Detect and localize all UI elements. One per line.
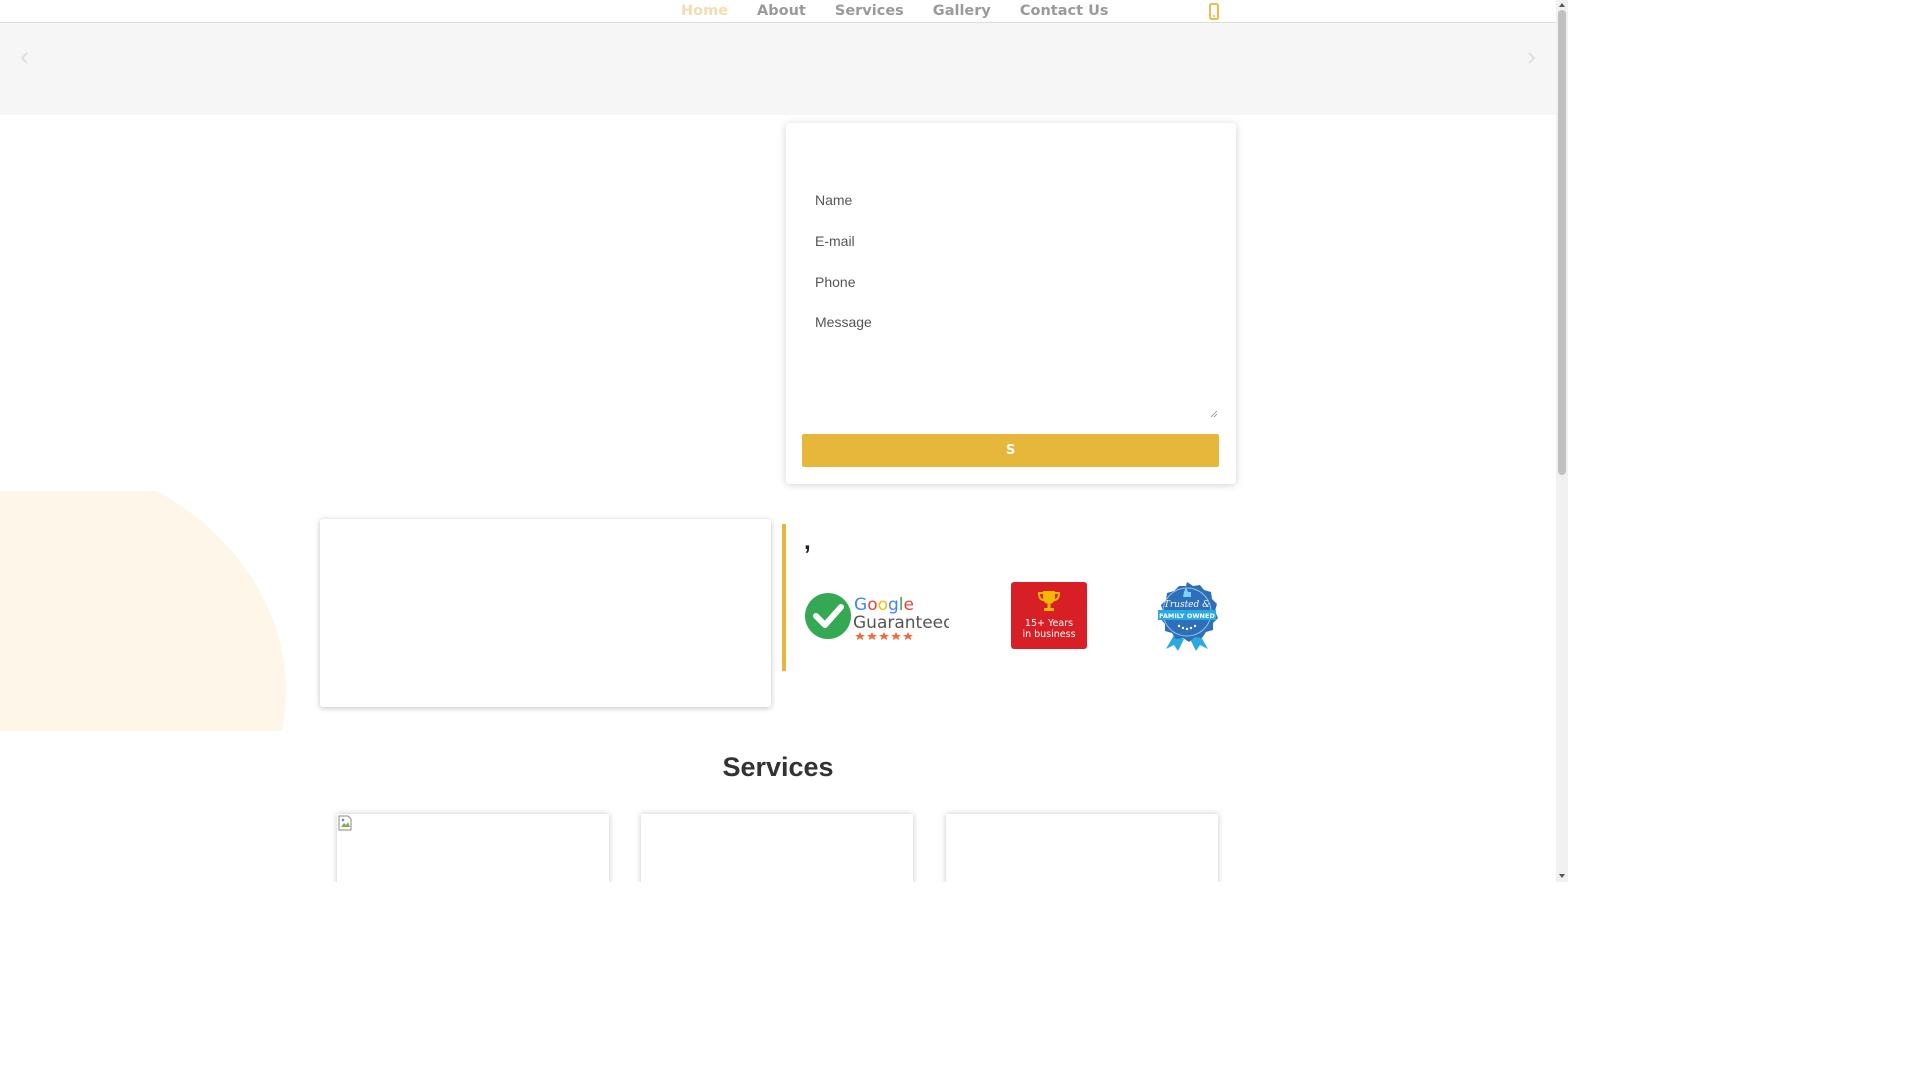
contact-form: S [786,123,1236,484]
resize-grip-icon[interactable] [1210,410,1218,418]
svg-text:FAMILY OWNED: FAMILY OWNED [1159,612,1215,620]
page-scrollbar[interactable] [1556,0,1568,882]
scroll-down-icon[interactable] [1558,872,1566,880]
decorative-blob [0,491,286,731]
years-in-business-badge: 15+ Years in business [1011,582,1087,649]
chevron-right-icon[interactable] [1524,49,1538,67]
chevron-left-icon[interactable] [18,49,32,67]
email-field[interactable] [802,224,1219,258]
google-guaranteed-badge: Google Guaranteed [805,593,949,640]
main-nav: Home About Services Gallery Contact Us [681,3,1138,19]
broken-image-icon [338,815,352,831]
mobile-phone-icon[interactable] [1207,3,1221,20]
services-heading: Services [722,752,834,782]
name-field[interactable] [802,183,1219,217]
scroll-up-icon[interactable] [1558,1,1566,9]
message-field[interactable] [802,306,1219,421]
trust-badges: , Google Guaranteed 15+ Years in busines… [782,524,1236,671]
service-card[interactable] [946,814,1218,882]
heading-text: , [804,528,811,555]
years-badge-text: 15+ Years in business [1011,618,1087,640]
submit-button[interactable]: S [802,434,1219,467]
nav-contact-us[interactable]: Contact Us [1020,3,1109,19]
trophy-icon [1037,591,1061,611]
page: Home About Services Gallery Contact Us S [0,0,1568,882]
nav-home[interactable]: Home [681,3,728,19]
years-line2: in business [1022,629,1076,640]
phone-field[interactable] [802,265,1219,299]
decorative-shape [0,491,300,731]
service-card[interactable] [337,814,609,882]
hero-slider [0,23,1556,115]
nav-about[interactable]: About [757,3,806,19]
media-frame [320,519,771,707]
svg-text:Trusted &: Trusted & [1164,600,1210,610]
svg-text:Guaranteed: Guaranteed [853,613,949,633]
nav-services[interactable]: Services [835,3,904,19]
site-header: Home About Services Gallery Contact Us [0,0,1556,23]
scrollbar-thumb[interactable] [1558,10,1566,475]
trusted-family-owned-badge: Trusted & FAMILY OWNED [1158,582,1218,651]
svg-text:Google: Google [854,595,914,615]
nav-gallery[interactable]: Gallery [933,3,991,19]
service-card[interactable] [641,814,913,882]
years-line1: 15+ Years [1024,618,1074,629]
